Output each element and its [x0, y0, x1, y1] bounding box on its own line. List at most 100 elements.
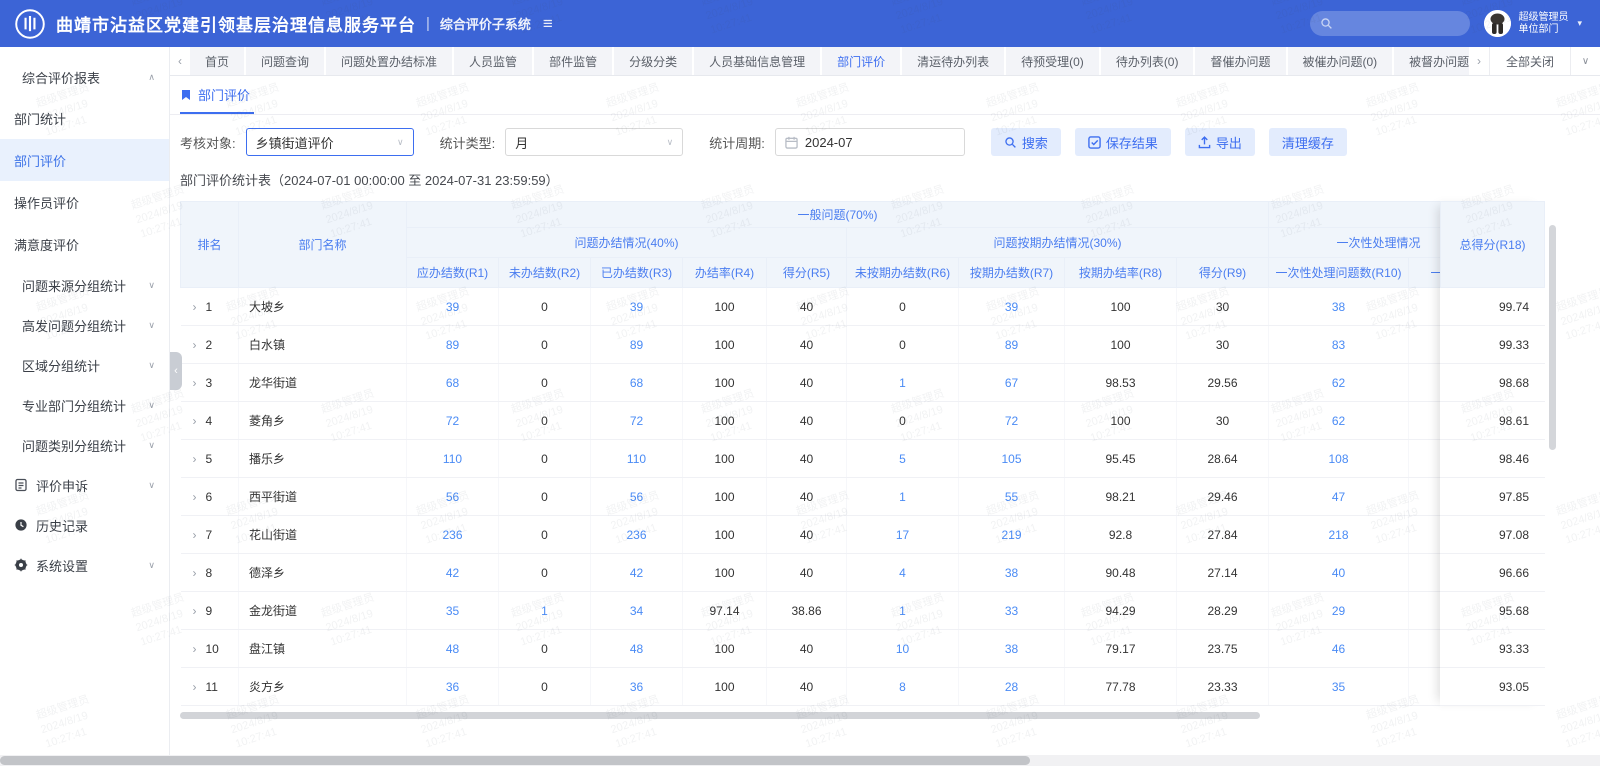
cell-r6[interactable]: 17	[847, 516, 959, 554]
expand-row-icon[interactable]: ›	[193, 376, 197, 390]
cell-r6[interactable]: 8	[847, 668, 959, 706]
close-all-tabs-button[interactable]: 全部关闭	[1489, 47, 1570, 75]
cell-r3[interactable]: 56	[591, 478, 683, 516]
clear-cache-button[interactable]: 清理缓存	[1269, 128, 1347, 156]
sidebar-item-5[interactable]: 问题来源分组统计∨	[0, 265, 169, 305]
cell-r7[interactable]: 33	[959, 592, 1065, 630]
cell-r6[interactable]: 5	[847, 440, 959, 478]
expand-row-icon[interactable]: ›	[193, 528, 197, 542]
cell-r1[interactable]: 72	[407, 402, 499, 440]
user-menu[interactable]: 超级管理员 单位部门 ▾	[1484, 10, 1582, 37]
cell-r7[interactable]: 38	[959, 554, 1065, 592]
sidebar-item-9[interactable]: 问题类别分组统计∨	[0, 425, 169, 465]
cell-r1[interactable]: 236	[407, 516, 499, 554]
cell-r10[interactable]: 35	[1269, 668, 1409, 706]
tab-2[interactable]: 问题处置办结标准	[326, 47, 454, 75]
cell-r10[interactable]: 46	[1269, 630, 1409, 668]
cell-r10[interactable]: 218	[1269, 516, 1409, 554]
expand-row-icon[interactable]: ›	[193, 566, 197, 580]
table-horizontal-scrollbar[interactable]	[180, 712, 1260, 719]
expand-row-icon[interactable]: ›	[193, 642, 197, 656]
cell-r6[interactable]: 4	[847, 554, 959, 592]
header-search-input[interactable]	[1310, 11, 1470, 36]
cell-r7[interactable]: 89	[959, 326, 1065, 364]
expand-row-icon[interactable]: ›	[193, 680, 197, 694]
tab-10[interactable]: 待办列表(0)	[1101, 47, 1196, 75]
sidebar-item-3[interactable]: 操作员评价	[0, 181, 169, 223]
cell-r1[interactable]: 48	[407, 630, 499, 668]
tab-8[interactable]: 清运待办列表	[902, 47, 1006, 75]
sidebar-item-10[interactable]: 评价申诉∨	[0, 465, 169, 505]
tab-3[interactable]: 人员监管	[454, 47, 534, 75]
sidebar-item-11[interactable]: 历史记录	[0, 505, 169, 545]
sidebar-item-1[interactable]: 部门统计	[0, 97, 169, 139]
cell-r3[interactable]: 36	[591, 668, 683, 706]
sidebar-item-2[interactable]: 部门评价	[0, 139, 169, 181]
sidebar-item-8[interactable]: 专业部门分组统计∨	[0, 385, 169, 425]
cell-r3[interactable]: 72	[591, 402, 683, 440]
expand-row-icon[interactable]: ›	[193, 414, 197, 428]
tabs-scroll-left-icon[interactable]: ‹	[170, 47, 190, 75]
cell-r1[interactable]: 110	[407, 440, 499, 478]
sidebar-item-4[interactable]: 满意度评价	[0, 223, 169, 265]
page-horizontal-scrollbar[interactable]	[0, 756, 1030, 765]
cell-r3[interactable]: 110	[591, 440, 683, 478]
cell-r10[interactable]: 40	[1269, 554, 1409, 592]
export-button[interactable]: 导出	[1185, 128, 1255, 156]
cell-r10[interactable]: 62	[1269, 402, 1409, 440]
cell-r1[interactable]: 56	[407, 478, 499, 516]
tab-1[interactable]: 问题查询	[246, 47, 326, 75]
vertical-scrollbar[interactable]	[1549, 225, 1556, 450]
cell-r1[interactable]: 35	[407, 592, 499, 630]
tabs-dropdown-icon[interactable]: ∨	[1570, 47, 1600, 75]
cell-r7[interactable]: 219	[959, 516, 1065, 554]
tab-5[interactable]: 分级分类	[614, 47, 694, 75]
save-results-button[interactable]: 保存结果	[1075, 128, 1171, 156]
stat-period-input[interactable]: 2024-07	[775, 128, 965, 156]
cell-r3[interactable]: 34	[591, 592, 683, 630]
cell-r6[interactable]: 10	[847, 630, 959, 668]
sidebar-item-0[interactable]: 综合评价报表∧	[0, 57, 169, 97]
cell-r2[interactable]: 1	[499, 592, 591, 630]
expand-row-icon[interactable]: ›	[193, 452, 197, 466]
tab-13[interactable]: 被督办问题(0)	[1394, 47, 1469, 75]
search-button[interactable]: 搜索	[991, 128, 1061, 156]
cell-r7[interactable]: 38	[959, 630, 1065, 668]
cell-r6[interactable]: 1	[847, 592, 959, 630]
sidebar-item-7[interactable]: 区域分组统计∨	[0, 345, 169, 385]
cell-r6[interactable]: 1	[847, 364, 959, 402]
cell-r1[interactable]: 68	[407, 364, 499, 402]
cell-r3[interactable]: 89	[591, 326, 683, 364]
tab-11[interactable]: 督催办问题	[1195, 47, 1287, 75]
tab-6[interactable]: 人员基础信息管理	[694, 47, 822, 75]
cell-r7[interactable]: 55	[959, 478, 1065, 516]
sidebar-collapse-handle[interactable]: ‹	[170, 352, 182, 390]
page-tab-dept-eval[interactable]: 部门评价	[180, 85, 254, 114]
cell-r10[interactable]: 29	[1269, 592, 1409, 630]
cell-r10[interactable]: 62	[1269, 364, 1409, 402]
tabs-scroll-right-icon[interactable]: ›	[1469, 47, 1489, 75]
cell-r7[interactable]: 28	[959, 668, 1065, 706]
cell-r7[interactable]: 67	[959, 364, 1065, 402]
tab-4[interactable]: 部件监管	[534, 47, 614, 75]
tab-7[interactable]: 部门评价	[822, 47, 902, 75]
sidebar-item-12[interactable]: 系统设置∨	[0, 545, 169, 585]
cell-r7[interactable]: 105	[959, 440, 1065, 478]
stat-type-select[interactable]: 月 ∨	[505, 128, 683, 156]
cell-r3[interactable]: 68	[591, 364, 683, 402]
cell-r3[interactable]: 42	[591, 554, 683, 592]
menu-icon[interactable]: ≡	[543, 14, 553, 34]
expand-row-icon[interactable]: ›	[193, 338, 197, 352]
cell-r10[interactable]: 47	[1269, 478, 1409, 516]
cell-r10[interactable]: 108	[1269, 440, 1409, 478]
cell-r3[interactable]: 236	[591, 516, 683, 554]
cell-r3[interactable]: 48	[591, 630, 683, 668]
assess-target-select[interactable]: 乡镇街道评价 ∨	[246, 128, 414, 156]
cell-r6[interactable]: 1	[847, 478, 959, 516]
cell-r7[interactable]: 39	[959, 288, 1065, 326]
cell-r10[interactable]: 83	[1269, 326, 1409, 364]
tab-12[interactable]: 被催办问题(0)	[1288, 47, 1395, 75]
expand-row-icon[interactable]: ›	[193, 300, 197, 314]
cell-r1[interactable]: 39	[407, 288, 499, 326]
tab-0[interactable]: 首页	[190, 47, 246, 75]
